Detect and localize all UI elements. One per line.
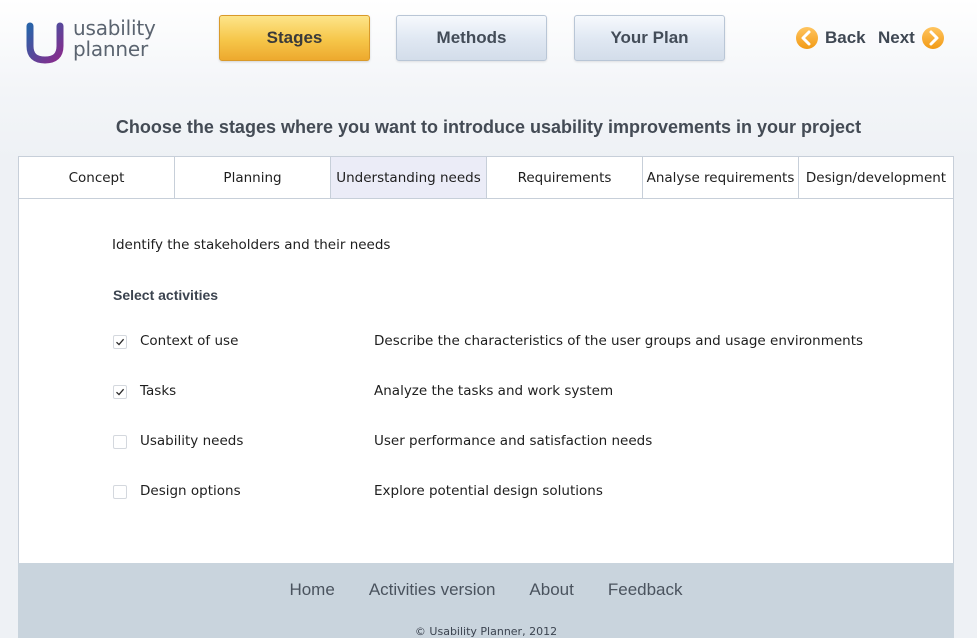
tab-design-development[interactable]: Design/development [799,157,953,198]
stage-intro: Identify the stakeholders and their need… [112,237,391,253]
footer-link-feedback[interactable]: Feedback [608,580,683,600]
logo-line-1: usability [73,16,156,40]
activity-description: Analyze the tasks and work system [374,383,614,399]
activity-description: Explore potential design solutions [374,483,603,499]
copyright: © Usability Planner, 2012 [414,625,558,638]
activity-name[interactable]: Context of use [140,333,238,349]
activity-row: Usability needs User performance and sat… [113,433,913,453]
your-plan-button[interactable]: Your Plan [574,15,725,61]
logo-u-icon [26,22,64,64]
page-heading: Choose the stages where you want to intr… [115,117,862,137]
design-options-checkbox[interactable] [113,485,127,499]
activity-row: Context of use Describe the characterist… [113,333,913,353]
footer-link-home[interactable]: Home [289,580,334,600]
arrow-left-icon [796,27,818,49]
tab-requirements[interactable]: Requirements [487,157,643,198]
footer: Home Activities version About Feedback ©… [18,563,954,638]
arrow-right-icon [921,27,944,49]
activity-name[interactable]: Tasks [140,383,176,399]
methods-button[interactable]: Methods [396,15,547,61]
usability-needs-checkbox[interactable] [113,435,127,449]
footer-link-about[interactable]: About [529,580,573,600]
select-activities-label: Select activities [113,287,219,303]
checkmark-icon [116,388,125,396]
tab-concept[interactable]: Concept [19,157,175,198]
activity-description: User performance and satisfaction needs [374,433,653,449]
tab-understanding-needs[interactable]: Understanding needs [331,157,487,198]
activity-name[interactable]: Design options [140,483,241,499]
next-label: Next [878,28,915,47]
usability-planner-logo[interactable]: usability planner [26,18,166,66]
logo-line-2: planner [73,37,148,61]
logo-text: usability planner [73,18,156,60]
activity-description: Describe the characteristics of the user… [374,333,864,349]
stages-button[interactable]: Stages [219,15,370,61]
activity-name[interactable]: Usability needs [140,433,243,449]
back-label: Back [825,28,866,47]
checkmark-icon [116,338,125,346]
activity-row: Tasks Analyze the tasks and work system [113,383,913,403]
stage-tabs: Concept Planning Understanding needs Req… [19,157,953,199]
tab-analyse-requirements[interactable]: Analyse requirements [643,157,799,198]
tasks-checkbox[interactable] [113,385,127,399]
next-button[interactable]: Next [878,27,944,49]
footer-links: Home Activities version About Feedback [18,580,954,600]
tab-planning[interactable]: Planning [175,157,331,198]
context-of-use-checkbox[interactable] [113,335,127,349]
activity-row: Design options Explore potential design … [113,483,913,503]
stage-panel: Concept Planning Understanding needs Req… [18,156,954,563]
footer-link-activities-version[interactable]: Activities version [369,580,496,600]
back-button[interactable]: Back [796,27,866,49]
